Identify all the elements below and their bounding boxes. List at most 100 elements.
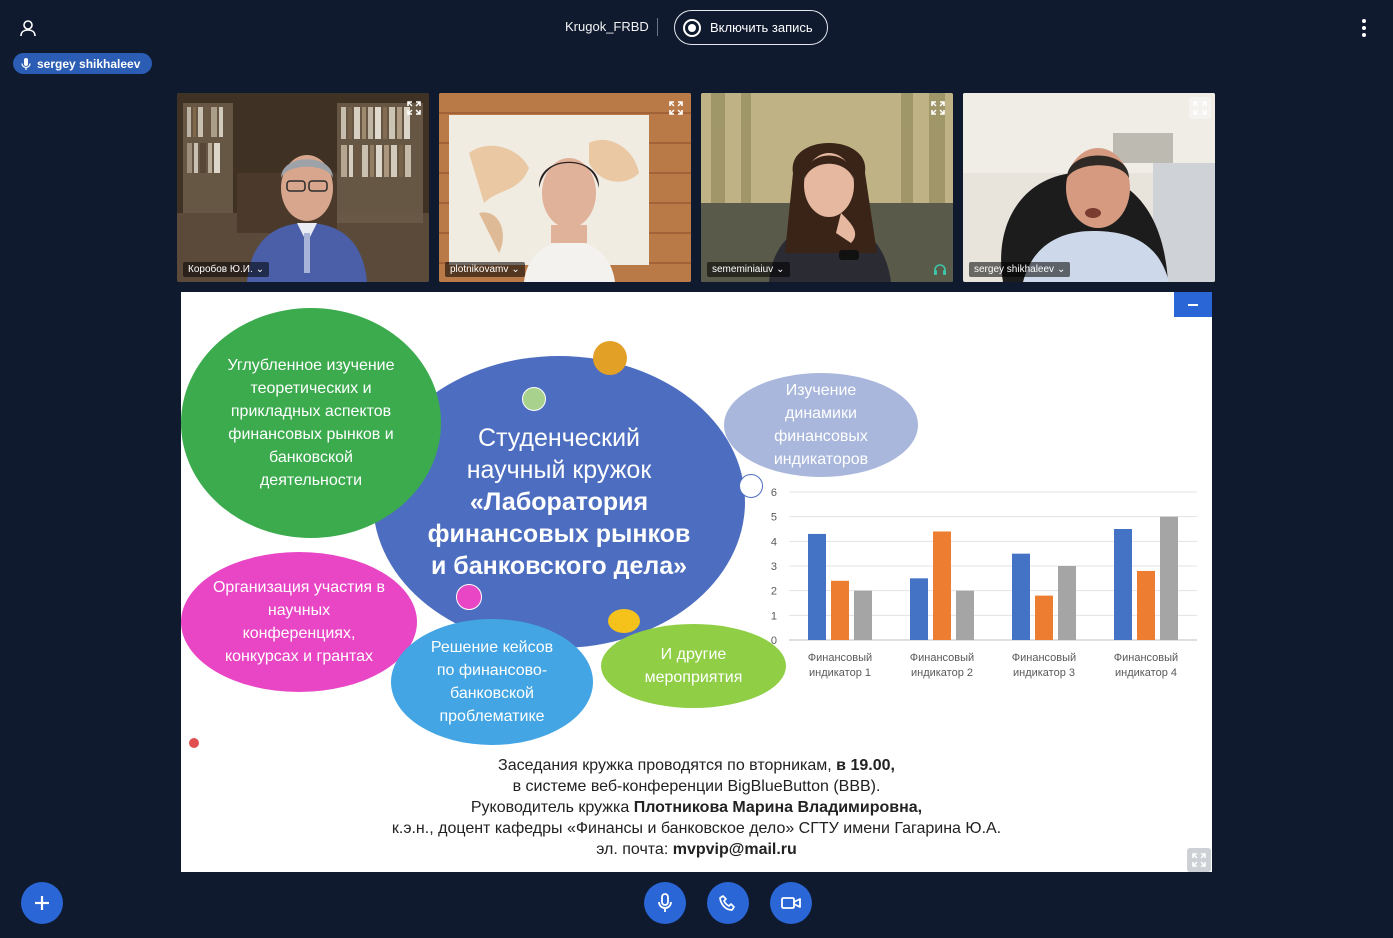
chart-bar [956, 590, 974, 640]
chevron-down-icon: ⌄ [255, 264, 265, 275]
chart-bar [831, 580, 849, 640]
webcam-video [701, 93, 953, 282]
actions-plus-button[interactable] [21, 882, 63, 924]
y-tick-label: 1 [771, 610, 777, 622]
conference-room: sergey shikhaleev Krugok_FRBD Включить з… [0, 0, 1393, 938]
chevron-down-icon: ⌄ [776, 264, 785, 275]
chart-bar [1012, 553, 1030, 640]
decor-dot [608, 609, 640, 633]
webcam-tile[interactable]: plotnikovamv ⌄ [439, 93, 691, 282]
slide-title-line: и банковского дела» [430, 552, 688, 580]
expand-icon [931, 101, 945, 115]
bar-chart: 0 1 2 3 4 5 6 Финансовый индикатор 1 Финансовый ин… [771, 487, 1197, 679]
pointer-dot [189, 738, 199, 748]
mute-button[interactable] [644, 882, 686, 924]
webcam-tile[interactable]: sergey shikhaleev ⌄ [963, 93, 1215, 282]
dot-icon [1362, 19, 1366, 23]
expand-icon [1192, 853, 1206, 867]
record-label: Включить запись [710, 20, 813, 35]
slide-title-line: Студенческий [477, 424, 641, 452]
x-tick-label: Финансовый [910, 652, 974, 664]
info-email-label: эл. почта: [596, 841, 673, 858]
options-menu-button[interactable] [1354, 14, 1374, 42]
webcam-username-text: plotnikovamv [450, 264, 509, 275]
microphone-icon [21, 57, 31, 70]
x-tick-label: индикатор 4 [1115, 667, 1177, 679]
webcam-username[interactable]: plotnikovamv ⌄ [445, 262, 525, 277]
fullscreen-button[interactable] [927, 97, 949, 119]
user-list-button[interactable] [14, 14, 42, 42]
bubble-other: И другие мероприятия [601, 624, 786, 708]
user-icon [20, 20, 36, 37]
video-camera-icon [781, 897, 801, 909]
talking-user-name: sergey shikhaleev [37, 56, 141, 71]
x-tick-label: Финансовый [1012, 652, 1076, 664]
chart-bar [1137, 570, 1155, 640]
bubble-conferences: Организация участия в научных конференци… [181, 552, 417, 692]
info-head-label: Руководитель кружка [470, 799, 634, 816]
webcam-video [177, 93, 429, 282]
chart-bar [933, 531, 951, 640]
fullscreen-button[interactable] [1189, 97, 1211, 119]
chevron-down-icon: ⌄ [1057, 264, 1066, 275]
headphones-icon [934, 264, 946, 275]
bubble-dynamics-text: Изучение динамики финансовых индикаторов [773, 382, 869, 468]
y-tick-label: 2 [771, 586, 777, 598]
chart-bar [910, 578, 928, 640]
expand-icon [407, 101, 421, 115]
webcam-username[interactable]: sememiniaiuv ⌄ [707, 262, 790, 277]
microphone-icon [658, 893, 672, 912]
plus-icon [35, 896, 49, 910]
expand-icon [669, 101, 683, 115]
presentation-fullscreen-button[interactable] [1187, 848, 1211, 872]
info-line: эл. почта: mvpvip@mail.ru [181, 839, 1212, 860]
info-head-name: Плотникова Марина Владимировна, [633, 799, 923, 816]
webcam-username[interactable]: sergey shikhaleev ⌄ [969, 262, 1071, 277]
webcam-username-text: sergey shikhaleev [974, 264, 1055, 275]
slide-title-line: научный кружок [466, 456, 652, 484]
info-position: к.э.н., доцент кафедры «Финансы и банков… [391, 820, 1002, 837]
webcam-video [439, 93, 691, 282]
slide-info: Заседания кружка проводятся по вторникам… [181, 755, 1212, 860]
bubble-cases-text: Решение кейсов по финансово-банковской п… [430, 639, 554, 725]
bubble-conferences-text: Организация участия в научных конференци… [212, 579, 386, 665]
chart-bar [1160, 516, 1178, 640]
y-tick-label: 6 [771, 487, 777, 499]
webcam-username-text: Коробов Ю.И. [188, 264, 253, 275]
info-platform: в системе веб-конференции BigBlueButton … [512, 778, 881, 795]
webcam-video [963, 93, 1215, 282]
bubble-cases: Решение кейсов по финансово-банковской п… [391, 619, 593, 745]
chart-bar [1114, 529, 1132, 640]
record-icon [683, 18, 701, 37]
info-schedule: Заседания кружка проводятся по вторникам… [498, 757, 837, 774]
presentation-slide: Студенческий научный кружок «Лаборатория… [181, 292, 1212, 872]
webcam-tile[interactable]: Коробов Ю.И. ⌄ [177, 93, 429, 282]
webcam-username[interactable]: Коробов Ю.И. ⌄ [183, 262, 270, 277]
info-time: в 19.00, [836, 757, 895, 774]
bubble-theory-text: Углубленное изучение теоретических и при… [227, 357, 395, 489]
info-line: Заседания кружка проводятся по вторникам… [181, 755, 1212, 776]
bubble-theory: Углубленное изучение теоретических и при… [181, 308, 441, 538]
y-tick-label: 3 [771, 561, 777, 573]
webcam-tile[interactable]: sememiniaiuv ⌄ [701, 93, 953, 282]
title-divider [657, 18, 658, 36]
info-email: mvpvip@mail.ru [672, 841, 797, 858]
fullscreen-button[interactable] [403, 97, 425, 119]
leave-audio-button[interactable] [707, 882, 749, 924]
fullscreen-button[interactable] [665, 97, 687, 119]
y-tick-label: 5 [771, 512, 777, 524]
decor-dot [593, 341, 627, 375]
bubble-other-text: И другие мероприятия [644, 646, 743, 686]
talking-indicator: sergey shikhaleev [13, 53, 153, 74]
chart-bar [808, 533, 826, 640]
y-tick-label: 0 [771, 635, 777, 647]
dot-icon [1362, 26, 1366, 30]
y-tick-label: 4 [771, 536, 777, 548]
webcam-username-text: sememiniaiuv [712, 264, 774, 275]
chart-bar [854, 590, 872, 640]
chevron-down-icon: ⌄ [511, 264, 520, 275]
minimize-presentation-button[interactable] [1174, 292, 1212, 317]
record-button[interactable]: Включить запись [674, 10, 828, 45]
info-line: Руководитель кружка Плотникова Марина Вл… [181, 797, 1212, 818]
share-webcam-button[interactable] [770, 882, 812, 924]
